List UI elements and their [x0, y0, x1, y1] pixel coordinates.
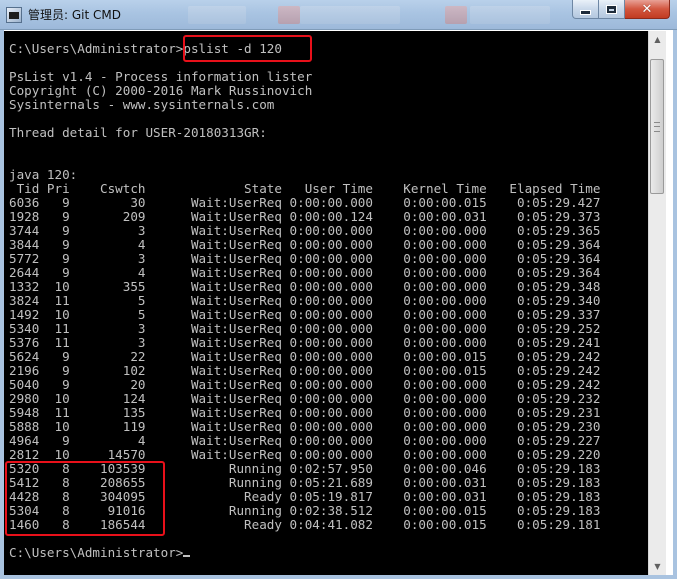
scroll-up-arrow-icon[interactable]: ▲	[649, 31, 666, 48]
table-row: 1492 10 5 Wait:UserReq 0:00:00.000 0:00:…	[9, 307, 601, 322]
close-button[interactable]: ✕	[625, 0, 670, 19]
table-row: 6036 9 30 Wait:UserReq 0:00:00.000 0:00:…	[9, 195, 601, 210]
table-row: 1460 8 186544 Ready 0:04:41.082 0:00:00.…	[9, 517, 601, 532]
close-icon: ✕	[641, 1, 653, 17]
scrollbar-thumb[interactable]	[650, 59, 664, 194]
table-row: 5412 8 208655 Running 0:05:21.689 0:00:0…	[9, 475, 601, 490]
table-row: 2644 9 4 Wait:UserReq 0:00:00.000 0:00:0…	[9, 265, 601, 280]
window-frame-bottom	[0, 575, 677, 579]
command-prompt-line: C:\Users\Administrator>pslist -d 120	[9, 41, 282, 56]
banner-line: PsList v1.4 - Process information lister	[9, 69, 313, 84]
vertical-scrollbar[interactable]: ▲ ▼	[648, 31, 666, 575]
thread-table-rows: 6036 9 30 Wait:UserReq 0:00:00.000 0:00:…	[9, 196, 600, 532]
background-window-ghost	[278, 6, 300, 24]
maximize-icon	[606, 4, 617, 14]
scroll-down-arrow-icon[interactable]: ▼	[649, 558, 666, 575]
table-row: 5376 11 3 Wait:UserReq 0:00:00.000 0:00:…	[9, 335, 601, 350]
table-row: 3844 9 4 Wait:UserReq 0:00:00.000 0:00:0…	[9, 237, 601, 252]
background-window-ghost	[300, 6, 400, 24]
table-row: 5772 9 3 Wait:UserReq 0:00:00.000 0:00:0…	[9, 251, 601, 266]
thread-detail-line: Thread detail for USER-20180313GR:	[9, 125, 267, 140]
table-row: 5304 8 91016 Running 0:02:38.512 0:00:00…	[9, 503, 601, 518]
final-prompt-line: C:\Users\Administrator>	[9, 546, 600, 560]
background-window-ghost	[188, 6, 246, 24]
window-controls: ✕	[572, 0, 670, 19]
table-row: 5888 10 119 Wait:UserReq 0:00:00.000 0:0…	[9, 419, 601, 434]
table-row: 5624 9 22 Wait:UserReq 0:00:00.000 0:00:…	[9, 349, 601, 364]
banner-line: Copyright (C) 2000-2016 Mark Russinovich	[9, 83, 313, 98]
table-row: 3824 11 5 Wait:UserReq 0:00:00.000 0:00:…	[9, 293, 601, 308]
table-row: 2196 9 102 Wait:UserReq 0:00:00.000 0:00…	[9, 363, 601, 378]
table-row: 2980 10 124 Wait:UserReq 0:00:00.000 0:0…	[9, 391, 601, 406]
table-row: 5948 11 135 Wait:UserReq 0:00:00.000 0:0…	[9, 405, 601, 420]
window-title: 管理员: Git CMD	[28, 8, 121, 22]
cmd-app-icon[interactable]	[6, 6, 22, 23]
table-row: 5040 9 20 Wait:UserReq 0:00:00.000 0:00:…	[9, 377, 601, 392]
background-window-ghost	[445, 6, 467, 24]
background-window-ghost	[470, 6, 550, 24]
text-cursor	[183, 555, 191, 557]
cmd-window: 管理员: Git CMD ✕ C:\Users\Administrator>ps…	[0, 0, 677, 579]
scrollbar-grip	[654, 122, 660, 132]
table-header: Tid Pri Cswtch State User Time Kernel Ti…	[9, 181, 601, 196]
console-output: C:\Users\Administrator>pslist -d 120 PsLi…	[9, 42, 600, 560]
table-row: 5340 11 3 Wait:UserReq 0:00:00.000 0:00:…	[9, 321, 601, 336]
title-bar[interactable]: 管理员: Git CMD ✕	[0, 0, 677, 30]
process-line: java 120:	[9, 167, 78, 182]
table-row: 1928 9 209 Wait:UserReq 0:00:00.124 0:00…	[9, 209, 601, 224]
banner-line: Sysinternals - www.sysinternals.com	[9, 97, 275, 112]
final-prompt: C:\Users\Administrator>	[9, 545, 184, 560]
table-row: 5320 8 103539 Running 0:02:57.950 0:00:0…	[9, 461, 601, 476]
table-row: 3744 9 3 Wait:UserReq 0:00:00.000 0:00:0…	[9, 223, 601, 238]
minimize-button[interactable]	[572, 0, 599, 19]
table-row: 4428 8 304095 Ready 0:05:19.817 0:00:00.…	[9, 489, 601, 504]
maximize-button[interactable]	[599, 0, 625, 19]
minimize-icon	[580, 9, 591, 15]
console-area[interactable]: C:\Users\Administrator>pslist -d 120 PsLi…	[4, 31, 648, 575]
window-frame-right	[673, 30, 677, 579]
title-area: 管理员: Git CMD	[6, 6, 121, 23]
table-row: 2812 10 14570 Wait:UserReq 0:00:00.000 0…	[9, 447, 601, 462]
table-row: 4964 9 4 Wait:UserReq 0:00:00.000 0:00:0…	[9, 433, 601, 448]
table-row: 1332 10 355 Wait:UserReq 0:00:00.000 0:0…	[9, 279, 601, 294]
